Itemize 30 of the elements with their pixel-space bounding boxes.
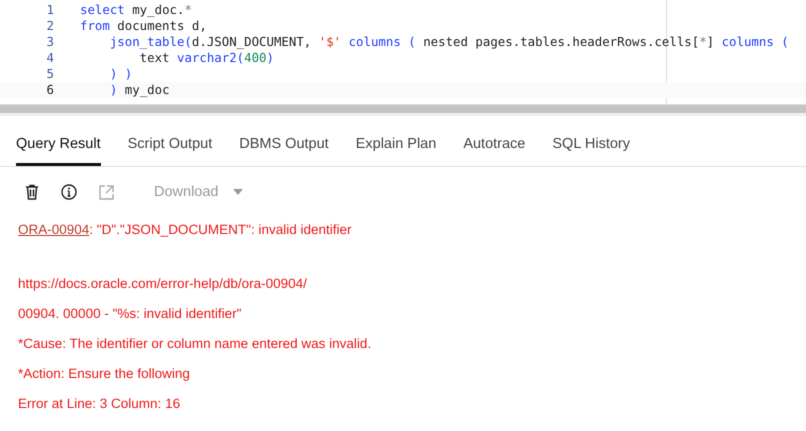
line-number: 3	[46, 34, 55, 50]
line-number: 5	[46, 66, 55, 82]
trash-icon[interactable]	[25, 184, 39, 200]
line-number: 6	[46, 82, 55, 98]
info-icon[interactable]	[61, 184, 77, 200]
line-number: 2	[46, 18, 55, 34]
code-line: select my_doc.*	[80, 2, 192, 18]
error-message: 00904. 00000 - "%s: invalid identifier"	[18, 305, 242, 323]
scrollbar[interactable]	[0, 105, 806, 116]
code-line: json_table(d.JSON_DOCUMENT, '$' columns ( nested pages.tables.headerRows.cells[*] columns (	[108, 34, 789, 50]
caret-icon	[232, 189, 242, 195]
error-message: https://docs.oracle.com/error-help/db/ora-00904/	[18, 275, 308, 293]
tab[interactable]: Query Result	[16, 116, 101, 166]
tab[interactable]: Autotrace	[463, 116, 526, 166]
line-number: 1	[46, 2, 55, 18]
code-line: from documents d,	[80, 18, 207, 34]
tab[interactable]: SQL History	[552, 116, 630, 166]
code-line: ) my_doc	[108, 82, 170, 98]
error-message: ORA-00904: "D"."JSON_DOCUMENT": invalid identifier	[18, 221, 353, 239]
tab[interactable]: Explain Plan	[356, 116, 436, 166]
tab[interactable]: Script Output	[128, 116, 212, 166]
error-code-link[interactable]: ORA-00904	[18, 222, 90, 237]
error-message: *Action: Ensure the following	[18, 365, 191, 383]
error-message: Error at Line: 3 Column: 16	[18, 395, 182, 413]
code-editor[interactable]: 1 select my_doc.* 2 from documents d, 3 json_table(d.JSON_DOCUMENT, '$' columns ( nested pages.tables.headerRows.cells[*] columns ( 4 text varchar2(400) 5 ) ) 6 ) my_doc	[0, 0, 806, 105]
error-message: *Cause: The identifier or column name entered was invalid.	[18, 335, 372, 353]
code-line: text varchar2(400)	[138, 50, 274, 66]
tab[interactable]: DBMS Output	[239, 116, 329, 166]
code-line: ) )	[108, 66, 132, 82]
line-number: 4	[46, 50, 55, 66]
